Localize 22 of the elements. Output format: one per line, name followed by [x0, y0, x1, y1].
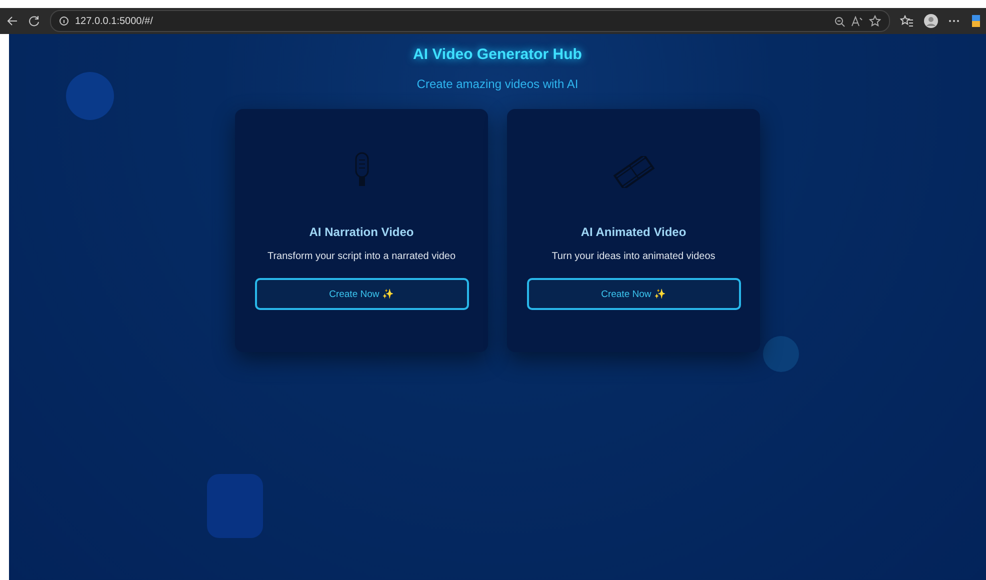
decorative-circle [66, 72, 114, 120]
card-description: Turn your ideas into animated videos [552, 251, 716, 262]
page-title: AI Video Generator Hub [413, 46, 582, 63]
star-icon[interactable] [869, 15, 881, 27]
zoom-out-icon[interactable] [834, 16, 845, 26]
info-icon [59, 16, 69, 26]
more-options-icon[interactable] [948, 19, 960, 23]
favorites-icon[interactable] [900, 15, 914, 27]
back-icon[interactable] [6, 15, 18, 27]
create-now-button[interactable]: Create Now ✨ [254, 278, 468, 310]
card-title: AI Animated Video [580, 225, 686, 239]
copilot-icon[interactable] [970, 14, 980, 28]
decorative-circle [763, 336, 799, 372]
film-strip-icon [612, 156, 654, 188]
address-bar[interactable]: 127.0.0.1:5000/#/ [50, 10, 890, 32]
card-description: Transform your script into a narrated video [267, 251, 456, 262]
refresh-icon[interactable] [28, 15, 40, 27]
read-aloud-icon[interactable] [851, 16, 863, 26]
profile-avatar-icon[interactable] [924, 14, 938, 28]
create-now-button[interactable]: Create Now ✨ [526, 278, 740, 310]
page-subtitle: Create amazing videos with AI [416, 77, 578, 91]
card-title: AI Narration Video [309, 225, 414, 239]
